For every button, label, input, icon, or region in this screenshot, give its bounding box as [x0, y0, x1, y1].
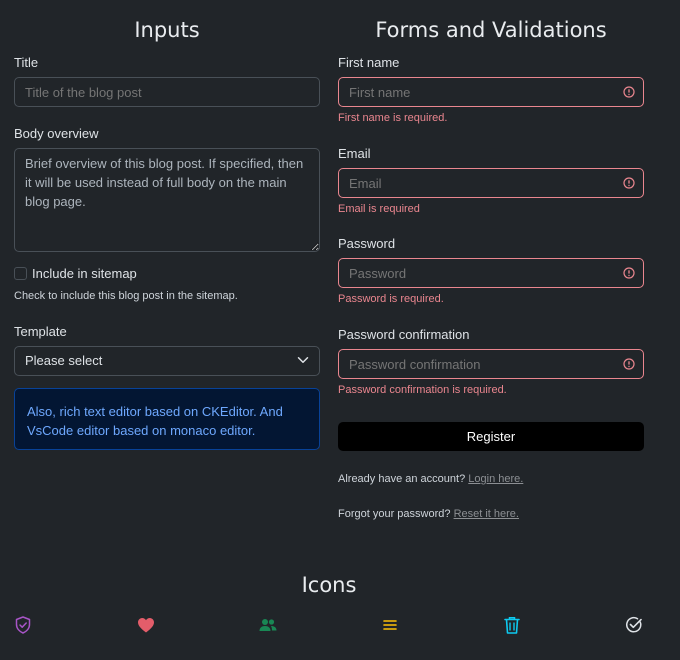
sitemap-checkbox[interactable] — [14, 267, 27, 280]
password-confirmation-input[interactable] — [338, 349, 644, 379]
password-confirmation-error: Password confirmation is required. — [338, 384, 507, 396]
error-icon — [623, 86, 635, 98]
sitemap-help-text: Check to include this blog post in the s… — [14, 290, 238, 302]
error-icon — [623, 358, 635, 370]
first-name-label: First name — [338, 55, 400, 70]
icons-heading: Icons — [301, 573, 357, 597]
login-link[interactable]: Login here. — [468, 473, 523, 485]
password-error: Password is required. — [338, 293, 444, 305]
template-label: Template — [14, 324, 67, 339]
register-button[interactable]: Register — [338, 422, 644, 451]
editor-info-alert: Also, rich text editor based on CKEditor… — [14, 388, 320, 450]
sitemap-label[interactable]: Include in sitemap — [32, 266, 137, 281]
reset-prompt: Forgot your password? Reset it here. — [338, 508, 519, 520]
password-label: Password — [338, 236, 396, 251]
title-label: Title — [14, 55, 39, 70]
body-overview-label: Body overview — [14, 126, 99, 141]
error-icon — [623, 267, 635, 279]
account-text: Already have an account? — [338, 473, 466, 485]
inputs-heading: Inputs — [134, 18, 200, 42]
password-input[interactable] — [338, 258, 644, 288]
forms-heading: Forms and Validations — [375, 18, 607, 42]
chevron-down-icon — [297, 357, 309, 363]
password-confirmation-label: Password confirmation — [338, 327, 470, 342]
email-input[interactable] — [338, 168, 644, 198]
email-label: Email — [338, 146, 371, 161]
first-name-input[interactable] — [338, 77, 644, 107]
first-name-error: First name is required. — [338, 112, 448, 124]
page: Inputs Title Body overview Include in si… — [0, 0, 680, 660]
forgot-text: Forgot your password? — [338, 508, 451, 520]
template-select[interactable]: Please select — [14, 346, 320, 376]
people-icon — [259, 619, 277, 631]
trash-icon — [504, 617, 520, 634]
check-circle-icon — [626, 616, 642, 633]
alert-text: Also, rich text editor based on CKEditor… — [27, 404, 283, 438]
heart-icon — [138, 618, 154, 633]
shield-check-icon — [15, 616, 31, 634]
body-overview-textarea[interactable] — [14, 148, 320, 252]
title-input[interactable] — [14, 77, 320, 107]
reset-link[interactable]: Reset it here. — [454, 508, 519, 520]
login-prompt: Already have an account? Login here. — [338, 473, 523, 485]
error-icon — [623, 177, 635, 189]
template-selected-value: Please select — [25, 353, 103, 368]
list-icon — [383, 620, 397, 630]
email-error: Email is required — [338, 203, 420, 215]
